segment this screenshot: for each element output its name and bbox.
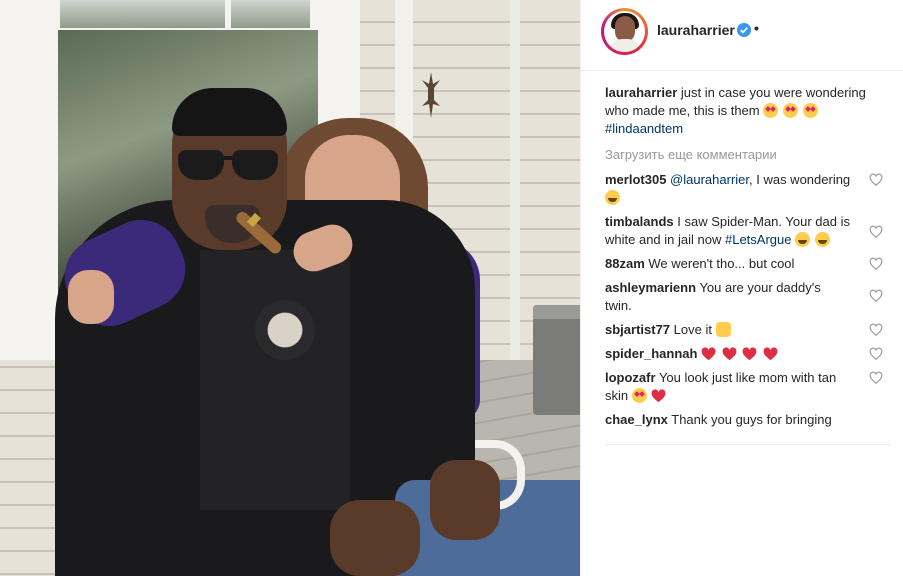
comment-text: , I was wondering — [749, 172, 851, 187]
comment-mention[interactable]: @lauraharrier — [670, 172, 749, 187]
shirt-logo — [255, 300, 315, 360]
comment-username[interactable]: sbjartist77 — [605, 322, 670, 337]
comments-list: lauraharrier just in case you were wonde… — [605, 84, 891, 435]
sunglasses-bridge — [220, 156, 236, 160]
instagram-post-modal: lauraharrier • lauraharrier just in case… — [0, 0, 903, 576]
comments-divider — [605, 444, 891, 445]
cooler-lid — [533, 305, 580, 319]
caption-hashtag[interactable]: #lindaandtem — [605, 121, 683, 136]
raised-hands-emoji-icon — [715, 322, 731, 337]
verified-badge-icon — [737, 23, 751, 37]
heart-emoji-icon — [742, 347, 757, 361]
comment-username[interactable]: lopozafr — [605, 370, 656, 385]
header-username[interactable]: lauraharrier — [657, 22, 735, 38]
comment-username[interactable]: timbalands — [605, 214, 674, 229]
laughing-emoji-icon — [795, 232, 811, 247]
comment-item: lopozafr You look just like mom with tan… — [605, 369, 891, 405]
heart-emoji-icon — [701, 347, 716, 361]
comment-hashtag[interactable]: #LetsArgue — [725, 232, 792, 247]
comment-item: spider_hannah — [605, 345, 891, 363]
post-photo[interactable] — [0, 0, 580, 576]
comment-item: timbalands I saw Spider-Man. Your dad is… — [605, 213, 891, 249]
post-side-panel: lauraharrier • lauraharrier just in case… — [580, 0, 903, 576]
comment-username[interactable]: spider_hannah — [605, 346, 697, 361]
woman-hand-left — [68, 270, 114, 324]
heart-outline-icon[interactable] — [869, 371, 883, 385]
gecko-decoration — [422, 72, 440, 118]
star-struck-emoji-icon — [763, 103, 779, 118]
comment-item: chae_lynx Thank you guys for bringing — [605, 411, 891, 429]
post-header: lauraharrier • — [581, 0, 903, 71]
sunglasses-right-lens — [232, 150, 278, 180]
caption-username[interactable]: lauraharrier — [605, 85, 677, 100]
cooler-box — [533, 305, 580, 415]
heart-outline-icon[interactable] — [869, 347, 883, 361]
load-more-comments-link[interactable]: Загрузить еще комментарии — [605, 146, 891, 164]
star-struck-emoji-icon — [631, 388, 647, 403]
star-struck-emoji-icon — [782, 103, 798, 118]
man-hand-right — [430, 460, 500, 540]
comment-text: Love it — [673, 322, 712, 337]
heart-emoji-icon — [763, 347, 778, 361]
comment-item: merlot305 @lauraharrier, I was wondering — [605, 171, 891, 207]
man-hair — [172, 88, 287, 136]
laughing-emoji-icon — [814, 232, 830, 247]
window-mullion — [225, 0, 231, 28]
sunglasses-left-lens — [178, 150, 224, 180]
man-black-shirt — [200, 250, 350, 510]
comment-username[interactable]: chae_lynx — [605, 412, 668, 427]
avatar-body — [610, 39, 640, 52]
heart-emoji-icon — [722, 347, 737, 361]
comment-item: sbjartist77 Love it — [605, 321, 891, 339]
heart-emoji-icon — [651, 389, 666, 403]
avatar[interactable] — [604, 11, 645, 52]
comment-text: We weren't tho... but cool — [648, 256, 795, 271]
header-dot-separator: • — [754, 20, 759, 36]
heart-outline-icon[interactable] — [869, 257, 883, 271]
comment-username[interactable]: ashleymarienn — [605, 280, 696, 295]
comment-text: Thank you guys for bringing — [671, 412, 832, 427]
comment-username[interactable]: 88zam — [605, 256, 645, 271]
heart-outline-icon[interactable] — [869, 289, 883, 303]
comment-item: ashleymarienn You are your daddy's twin. — [605, 279, 891, 315]
heart-outline-icon[interactable] — [869, 225, 883, 239]
heart-outline-icon[interactable] — [869, 323, 883, 337]
man-hand — [330, 500, 420, 576]
comment-username[interactable]: merlot305 — [605, 172, 666, 187]
post-caption: lauraharrier just in case you were wonde… — [605, 84, 891, 138]
heart-outline-icon[interactable] — [869, 173, 883, 187]
porch-trim — [510, 0, 520, 380]
hugging-emoji-icon — [605, 190, 620, 205]
window-upper-pane — [60, 0, 310, 28]
comment-item: 88zam We weren't tho... but cool — [605, 255, 891, 273]
star-struck-emoji-icon — [802, 103, 818, 118]
